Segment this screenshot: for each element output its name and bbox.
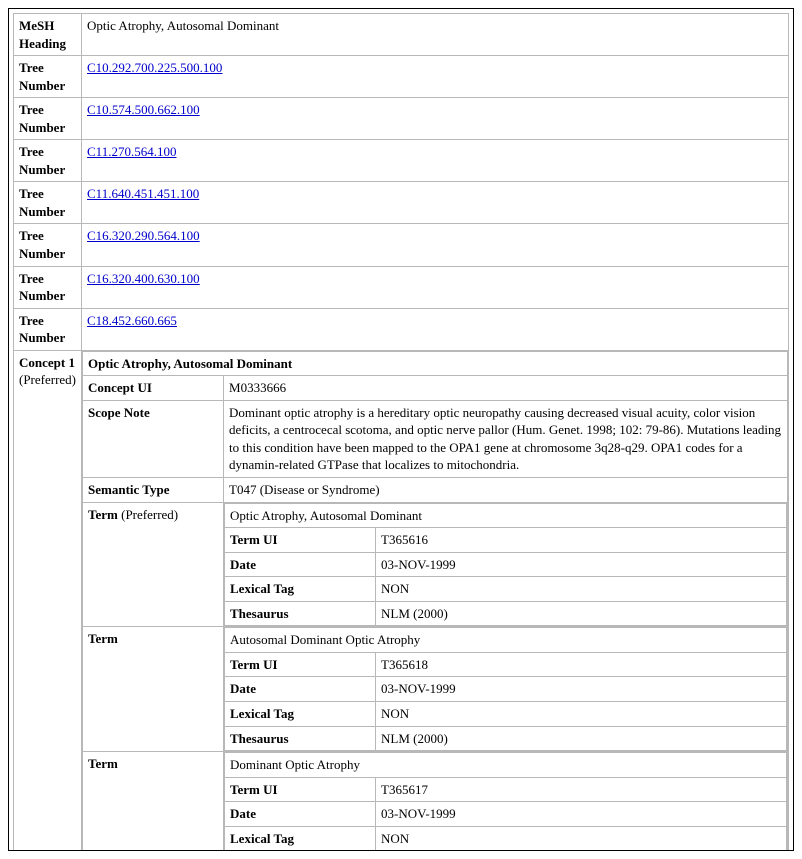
tree-number-link[interactable]: C10.574.500.662.100	[87, 102, 200, 117]
term-name: Optic Atrophy, Autosomal Dominant	[225, 503, 787, 528]
concept-ui-label: Concept UI	[83, 376, 224, 401]
tree-number-label: TreeNumber	[14, 308, 82, 350]
mesh-heading-value: Optic Atrophy, Autosomal Dominant	[82, 14, 789, 56]
tree-number-label: TreeNumber	[14, 98, 82, 140]
tree-number-value: C10.292.700.225.500.100	[82, 56, 789, 98]
tree-number-link[interactable]: C16.320.290.564.100	[87, 228, 200, 243]
concept-cell: Optic Atrophy, Autosomal DominantConcept…	[82, 350, 789, 851]
tree-number-label: TreeNumber	[14, 266, 82, 308]
semantic-type-label: Semantic Type	[83, 478, 224, 503]
tree-number-label: TreeNumber	[14, 140, 82, 182]
term-label: Term	[83, 627, 224, 752]
term-date-label: Date	[225, 802, 376, 827]
term-table: Autosomal Dominant Optic AtrophyTerm UIT…	[224, 627, 787, 751]
term-lexical-tag-value: NON	[376, 701, 787, 726]
term-thesaurus-label: Thesaurus	[225, 726, 376, 751]
term-name: Autosomal Dominant Optic Atrophy	[225, 628, 787, 653]
tree-number-value: C16.320.400.630.100	[82, 266, 789, 308]
concept-table: Optic Atrophy, Autosomal DominantConcept…	[82, 351, 788, 851]
term-date-value: 03-NOV-1999	[376, 802, 787, 827]
mesh-record-table: MeSHHeadingOptic Atrophy, Autosomal Domi…	[13, 13, 789, 851]
concept-label: Concept 1(Preferred)	[14, 350, 82, 851]
term-ui-value: T365618	[376, 652, 787, 677]
tree-number-value: C11.640.451.451.100	[82, 182, 789, 224]
term-date-label: Date	[225, 677, 376, 702]
concept-ui-value: M0333666	[224, 376, 788, 401]
scope-note-label: Scope Note	[83, 400, 224, 477]
tree-number-link[interactable]: C16.320.400.630.100	[87, 271, 200, 286]
term-lexical-tag-value: NON	[376, 826, 787, 851]
term-thesaurus-value: NLM (2000)	[376, 726, 787, 751]
term-ui-label: Term UI	[225, 528, 376, 553]
term-lexical-tag-value: NON	[376, 577, 787, 602]
term-ui-label: Term UI	[225, 777, 376, 802]
term-label: Term (Preferred)	[83, 502, 224, 627]
term-thesaurus-label: Thesaurus	[225, 601, 376, 626]
term-ui-value: T365617	[376, 777, 787, 802]
mesh-heading-label: MeSHHeading	[14, 14, 82, 56]
tree-number-link[interactable]: C18.452.660.665	[87, 313, 177, 328]
term-lexical-tag-label: Lexical Tag	[225, 826, 376, 851]
tree-number-link[interactable]: C10.292.700.225.500.100	[87, 60, 222, 75]
term-table: Optic Atrophy, Autosomal DominantTerm UI…	[224, 503, 787, 627]
term-lexical-tag-label: Lexical Tag	[225, 577, 376, 602]
term-date-value: 03-NOV-1999	[376, 552, 787, 577]
scope-note-value: Dominant optic atrophy is a hereditary o…	[224, 400, 788, 477]
term-table: Dominant Optic AtrophyTerm UIT365617Date…	[224, 752, 787, 851]
tree-number-label: TreeNumber	[14, 182, 82, 224]
term-cell: Autosomal Dominant Optic AtrophyTerm UIT…	[224, 627, 788, 752]
tree-number-label: TreeNumber	[14, 224, 82, 266]
term-date-label: Date	[225, 552, 376, 577]
term-ui-label: Term UI	[225, 652, 376, 677]
tree-number-link[interactable]: C11.270.564.100	[87, 144, 176, 159]
tree-number-value: C18.452.660.665	[82, 308, 789, 350]
concept-name: Optic Atrophy, Autosomal Dominant	[83, 351, 788, 376]
tree-number-link[interactable]: C11.640.451.451.100	[87, 186, 199, 201]
term-lexical-tag-label: Lexical Tag	[225, 701, 376, 726]
term-date-value: 03-NOV-1999	[376, 677, 787, 702]
term-ui-value: T365616	[376, 528, 787, 553]
term-label: Term	[83, 752, 224, 851]
term-cell: Optic Atrophy, Autosomal DominantTerm UI…	[224, 502, 788, 627]
term-cell: Dominant Optic AtrophyTerm UIT365617Date…	[224, 752, 788, 851]
term-thesaurus-value: NLM (2000)	[376, 601, 787, 626]
tree-number-value: C11.270.564.100	[82, 140, 789, 182]
tree-number-value: C16.320.290.564.100	[82, 224, 789, 266]
term-name: Dominant Optic Atrophy	[225, 753, 787, 778]
semantic-type-value: T047 (Disease or Syndrome)	[224, 478, 788, 503]
tree-number-value: C10.574.500.662.100	[82, 98, 789, 140]
tree-number-label: TreeNumber	[14, 56, 82, 98]
